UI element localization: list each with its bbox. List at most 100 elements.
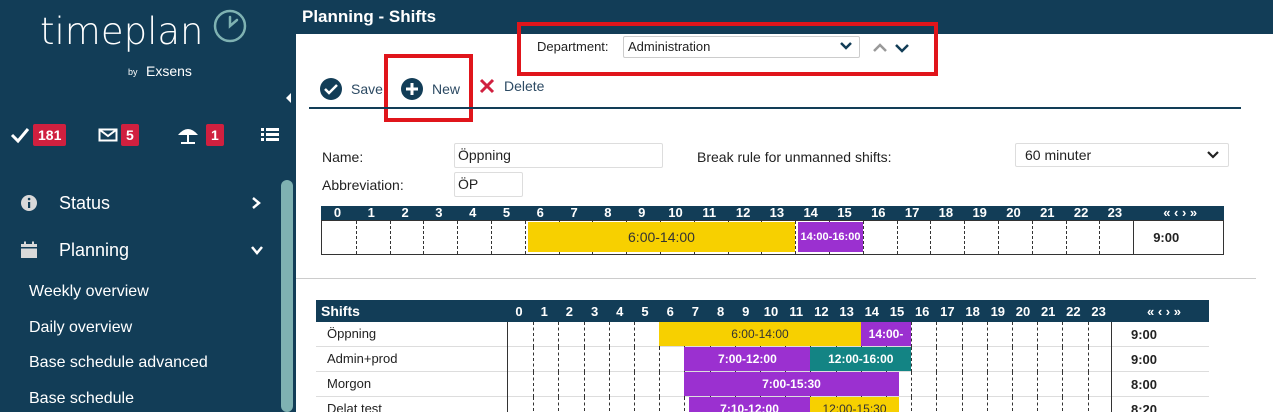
nav-item-planning[interactable]: Planning [0, 230, 280, 270]
shifts-nav-arrows[interactable]: « ‹ › » [1124, 304, 1204, 319]
editor-hour-divider [524, 221, 526, 254]
shifts-hour-label: 23 [1091, 304, 1106, 319]
collapse-sidebar-icon[interactable] [283, 91, 293, 105]
shifts-hour-label: 6 [666, 304, 674, 319]
sub-item-daily-overview[interactable]: Daily overview [29, 319, 132, 337]
editor-hour-divider [1031, 221, 1033, 254]
shift-hour-grid: 7:00-15:30 [507, 372, 1112, 397]
editor-shift-block[interactable]: 14:00-16:00 [798, 222, 863, 252]
editor-hour-divider [998, 221, 999, 254]
shift-hour-divider [583, 397, 585, 412]
editor-hour-label: 7 [570, 205, 578, 220]
shift-name: Delat test [327, 401, 382, 412]
shift-row[interactable]: Öppning 6:00-14:00 14:00- 9:00 [316, 322, 1209, 347]
shift-hour-divider [1037, 322, 1039, 347]
editor-hour-label: 17 [904, 205, 920, 220]
sidebar: timeplan by Exsens 181 5 1 Status Planni… [0, 0, 296, 412]
shift-duration: 9:00 [1131, 327, 1158, 342]
name-input[interactable]: Öppning [454, 143, 663, 168]
abbreviation-input[interactable]: ÖP [454, 172, 523, 197]
editor-hour-label: 2 [401, 205, 409, 220]
shift-hour-divider [558, 397, 560, 412]
shift-block[interactable]: 7:00-12:00 [684, 347, 811, 371]
shift-hour-divider [533, 397, 535, 412]
sub-item-base-schedule[interactable]: Base schedule [29, 390, 134, 408]
section-divider [296, 278, 1256, 279]
shift-hour-divider [1087, 372, 1089, 397]
shift-hour-divider [961, 322, 963, 347]
shift-hour-divider [1087, 397, 1089, 412]
shift-hour-divider [558, 347, 560, 372]
editor-hour-divider [423, 221, 425, 254]
shift-hour-divider [634, 322, 635, 347]
sub-item-base-schedule-advanced[interactable]: Base schedule advanced [29, 354, 208, 372]
shift-hour-divider [608, 372, 610, 397]
shifts-hour-label: 4 [616, 304, 624, 319]
tasks-badge-item[interactable]: 181 [10, 124, 67, 146]
shift-hour-divider [1012, 347, 1013, 372]
shifts-hour-label: 22 [1066, 304, 1081, 319]
shift-row[interactable]: Admin+prod 7:00-12:00 12:00-16:00 9:00 [316, 347, 1209, 372]
shift-hour-grid: 7:10-12:00 12:00-15:30 [507, 397, 1112, 412]
shift-row[interactable]: Morgon 7:00-15:30 8:00 [316, 372, 1209, 397]
shift-hour-divider [1087, 347, 1089, 372]
messages-badge-item[interactable]: 5 [98, 124, 139, 146]
save-button[interactable]: Save [319, 77, 383, 101]
editor-hour-divider [795, 221, 797, 254]
delete-button[interactable]: Delete [478, 77, 544, 95]
editor-hour-label: 23 [1107, 205, 1123, 220]
shift-block[interactable]: 14:00- [860, 322, 912, 346]
shift-hour-divider [961, 347, 963, 372]
shift-hour-divider [1037, 372, 1039, 397]
editor-hour-label: 0 [333, 205, 342, 220]
sub-item-weekly-overview[interactable]: Weekly overview [29, 283, 149, 301]
shifts-hour-label: 10 [763, 304, 779, 319]
shift-hour-divider [1062, 397, 1064, 412]
list-icon[interactable] [260, 126, 280, 142]
shift-block[interactable]: 12:00-15:30 [810, 397, 899, 412]
shift-block[interactable]: 7:10-12:00 [688, 397, 811, 412]
editor-hour-label: 1 [367, 205, 375, 220]
vacation-badge-item[interactable]: 1 [176, 124, 224, 146]
shift-hour-divider [936, 347, 938, 372]
shift-hour-divider [659, 347, 661, 372]
nav-item-status[interactable]: Status [0, 183, 280, 223]
main-content: Department: Administration Save New Dele… [296, 22, 1273, 412]
shifts-hour-label: 8 [716, 304, 725, 319]
shift-hour-divider [1012, 397, 1013, 412]
shift-hour-divider [634, 372, 635, 397]
shift-block[interactable]: 6:00-14:00 [659, 322, 861, 346]
break-rule-select[interactable]: 60 minuter [1015, 143, 1229, 167]
shifts-hour-label: 3 [590, 304, 599, 319]
editor-nav-arrows[interactable]: « ‹ › » [1140, 206, 1220, 220]
editor-hour-divider [862, 221, 864, 254]
editor-duration: 9:00 [1153, 230, 1180, 245]
logo-by: by [128, 67, 138, 77]
editor-hour-divider [491, 221, 492, 254]
shift-hour-divider [533, 347, 535, 372]
shift-hour-divider [659, 397, 661, 412]
sidebar-scrollbar[interactable] [281, 180, 293, 412]
shift-duration: 8:20 [1131, 402, 1158, 412]
notification-badges: 181 5 1 [10, 124, 290, 150]
break-rule-value: 60 minuter [1025, 147, 1092, 163]
shift-duration: 9:00 [1131, 352, 1158, 367]
editor-hour-label: 4 [469, 205, 477, 220]
shift-hour-divider [986, 347, 988, 372]
editor-hour-header: 0 1 2 3 4 5 6 7 8 9 10 11 12 13 14 15 16 17 18 19 20 21 22 23 « … [321, 206, 1224, 220]
shifts-hour-label: 19 [990, 304, 1006, 319]
shift-block[interactable]: 12:00-16:00 [810, 347, 912, 371]
shift-row[interactable]: Delat test 7:10-12:00 12:00-15:30 8:20 [316, 397, 1209, 412]
editor-hour-grid[interactable]: 6:00-14:00 14:00-16:00 9:00 [321, 220, 1224, 255]
shift-block[interactable]: 7:00-15:30 [684, 372, 899, 396]
editor-hour-label: 14 [803, 205, 818, 220]
info-icon [21, 195, 37, 211]
shift-name: Admin+prod [327, 351, 398, 366]
shift-hour-divider [961, 372, 963, 397]
clock-icon [213, 9, 247, 43]
editor-shift-block[interactable]: 6:00-14:00 [527, 222, 796, 252]
page-title: Planning - Shifts [302, 7, 437, 26]
shifts-hour-label: 1 [540, 304, 548, 319]
toolbar-divider [309, 107, 1241, 109]
timeplan-logo[interactable]: timeplan by Exsens [40, 9, 247, 79]
